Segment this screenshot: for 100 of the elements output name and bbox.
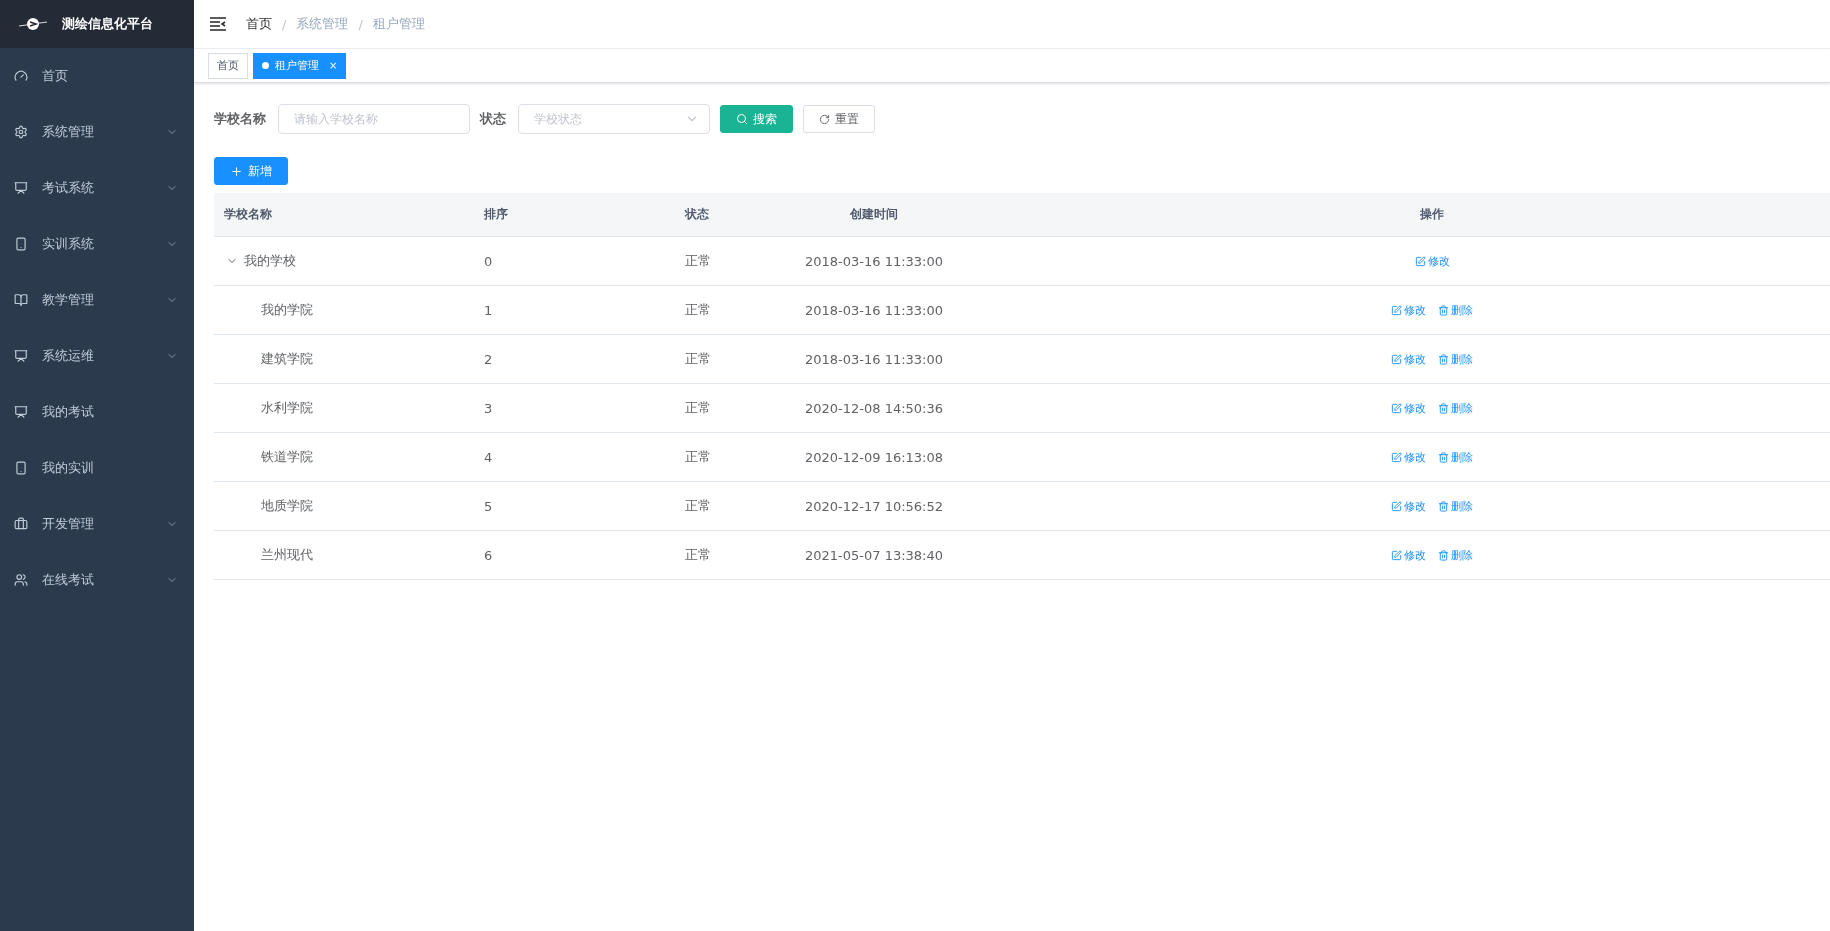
edit-link[interactable]: 修改 xyxy=(1391,449,1426,465)
field-label: 状态 xyxy=(480,110,506,128)
status-cell: 正常 xyxy=(685,546,711,564)
search-button[interactable]: 搜索 xyxy=(720,105,793,133)
date-cell: 2021-05-07 13:38:40 xyxy=(804,547,944,563)
column-header: 学校名称 xyxy=(223,206,272,223)
edit-link[interactable]: 修改 xyxy=(1391,498,1426,514)
date-cell: 2018-03-16 11:33:00 xyxy=(804,351,944,367)
sidebar-item[interactable]: 首页 xyxy=(0,48,194,104)
status-select[interactable]: 学校状态 xyxy=(518,104,710,134)
delete-link[interactable]: 删除 xyxy=(1438,449,1473,465)
sidebar-item[interactable]: 我的实训 xyxy=(0,440,194,496)
settings-icon xyxy=(14,125,28,139)
add-button[interactable]: 新增 xyxy=(214,157,288,185)
page-tab[interactable]: 租户管理 × xyxy=(253,52,347,79)
trash-icon xyxy=(1438,353,1449,365)
column-header: 状态 xyxy=(685,206,709,223)
delete-link[interactable]: 删除 xyxy=(1438,351,1473,367)
sort-cell: 4 xyxy=(484,449,493,465)
field-label: 学校名称 xyxy=(214,110,266,128)
sidebar-item[interactable]: 我的考试 xyxy=(0,384,194,440)
monitor-icon xyxy=(14,349,28,363)
column-header: 排序 xyxy=(484,206,508,223)
edit-link[interactable]: 修改 xyxy=(1391,400,1426,416)
trash-icon xyxy=(1438,402,1449,414)
status-cell: 正常 xyxy=(685,448,711,466)
book-icon xyxy=(14,293,28,307)
pencil-icon xyxy=(1391,549,1402,561)
date-cell: 2020-12-17 10:56:52 xyxy=(804,498,944,514)
sidebar-item[interactable]: 系统运维 xyxy=(0,328,194,384)
trash-icon xyxy=(1438,549,1449,561)
breadcrumb-item: 系统管理 xyxy=(296,15,349,33)
edit-link[interactable]: 修改 xyxy=(1391,547,1426,563)
column-header: 创建时间 xyxy=(850,206,898,223)
sort-cell: 3 xyxy=(484,400,493,416)
page-tab[interactable]: 首页 xyxy=(208,52,248,79)
pencil-icon xyxy=(1391,500,1402,512)
dashboard-icon xyxy=(14,69,28,83)
sidebar-item[interactable]: 开发管理 xyxy=(0,496,194,552)
status-cell: 正常 xyxy=(685,301,711,319)
school-name: 我的学院 xyxy=(261,301,313,319)
briefcase-icon xyxy=(14,517,28,531)
search-icon xyxy=(736,113,748,125)
pencil-icon xyxy=(1414,255,1426,267)
brand-title: 测绘信息化平台 xyxy=(62,15,153,33)
school-name: 地质学院 xyxy=(261,497,313,515)
breadcrumb-item: 租户管理 xyxy=(372,15,425,33)
delete-link[interactable]: 删除 xyxy=(1438,302,1473,318)
users-icon xyxy=(14,573,28,587)
school-name: 水利学院 xyxy=(261,399,313,417)
reset-button[interactable]: 重置 xyxy=(803,105,875,133)
sort-cell: 1 xyxy=(484,302,493,318)
tab-label: 租户管理 xyxy=(275,58,319,73)
date-cell: 2018-03-16 11:33:00 xyxy=(804,302,944,318)
school-name: 我的学校 xyxy=(244,252,296,270)
sort-cell: 6 xyxy=(484,547,493,563)
sidebar-item[interactable]: 教学管理 xyxy=(0,272,194,328)
phone-icon xyxy=(14,461,28,475)
trash-icon xyxy=(1438,500,1449,512)
sort-cell: 0 xyxy=(484,253,493,269)
trash-icon xyxy=(1438,451,1449,463)
sidebar-item[interactable]: 在线考试 xyxy=(0,552,194,608)
pencil-icon xyxy=(1391,353,1402,365)
delete-link[interactable]: 删除 xyxy=(1438,547,1473,563)
sidebar-item[interactable]: 系统管理 xyxy=(0,104,194,160)
school-name: 铁道学院 xyxy=(261,448,313,466)
status-cell: 正常 xyxy=(685,350,711,368)
edit-link[interactable]: 修改 xyxy=(1414,253,1450,269)
breadcrumb-item[interactable]: 首页 xyxy=(246,15,272,33)
monitor-icon xyxy=(14,405,28,419)
pencil-icon xyxy=(1391,451,1402,463)
pencil-icon xyxy=(1391,304,1402,316)
school-name-input[interactable]: 请输入学校名称 xyxy=(278,104,470,134)
monitor-icon xyxy=(14,181,28,195)
trash-icon xyxy=(1438,304,1449,316)
breadcrumb-separator: / xyxy=(358,16,363,32)
sort-cell: 2 xyxy=(484,351,493,367)
status-cell: 正常 xyxy=(685,252,711,270)
logo-icon xyxy=(18,16,48,32)
plus-icon xyxy=(230,164,243,178)
school-name: 兰州现代 xyxy=(261,546,313,564)
delete-link[interactable]: 删除 xyxy=(1438,498,1473,514)
delete-link[interactable]: 删除 xyxy=(1438,400,1473,416)
column-header: 操作 xyxy=(1419,206,1444,223)
edit-link[interactable]: 修改 xyxy=(1391,351,1426,367)
sidebar-item[interactable]: 实训系统 xyxy=(0,216,194,272)
tab-label: 首页 xyxy=(217,58,239,73)
refresh-icon xyxy=(819,113,830,125)
active-dot xyxy=(262,62,269,69)
sidebar-item[interactable]: 考试系统 xyxy=(0,160,194,216)
breadcrumb-separator: / xyxy=(282,16,287,32)
date-cell: 2020-12-09 16:13:08 xyxy=(804,449,944,465)
status-cell: 正常 xyxy=(685,497,711,515)
menu-icon[interactable] xyxy=(210,17,226,31)
date-cell: 2018-03-16 11:33:00 xyxy=(804,253,944,269)
phone-icon xyxy=(14,237,28,251)
close-icon[interactable]: × xyxy=(329,60,338,71)
school-name: 建筑学院 xyxy=(261,350,313,368)
sort-cell: 5 xyxy=(484,498,493,514)
edit-link[interactable]: 修改 xyxy=(1391,302,1426,318)
